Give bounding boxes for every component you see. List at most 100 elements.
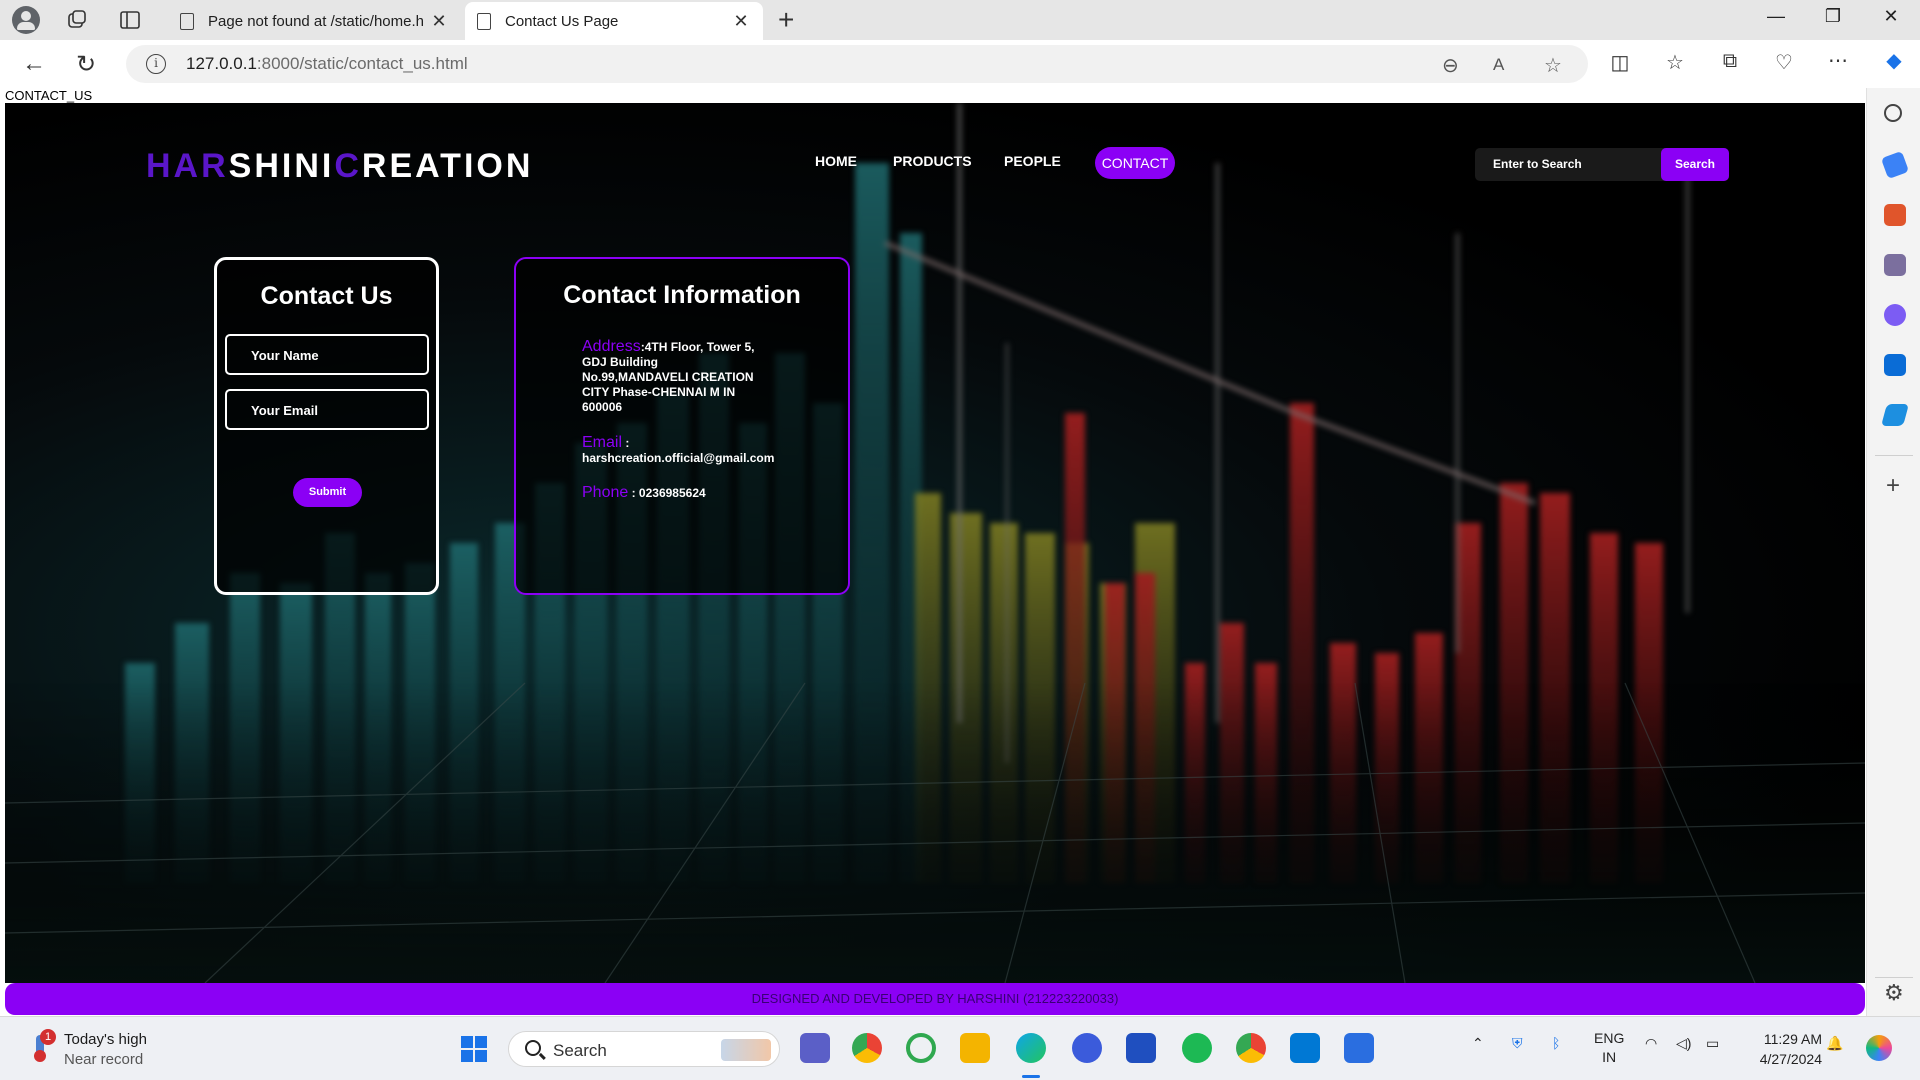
nav-people[interactable]: PEOPLE bbox=[1004, 153, 1061, 169]
address-line: GDJ Building bbox=[582, 355, 658, 369]
address-bar-row: ← ↻ i 127.0.0.1:8000/static/contact_us.h… bbox=[0, 40, 1920, 88]
weather-title: Today's high bbox=[64, 1031, 147, 1048]
page-footer: DESIGNED AND DEVELOPED BY HARSHINI (2122… bbox=[5, 983, 1865, 1015]
tab-page-not-found[interactable]: Page not found at /static/home.h ✕ bbox=[168, 2, 461, 40]
phone-label: Phone bbox=[582, 484, 629, 501]
chrome-profile-icon[interactable] bbox=[1236, 1033, 1266, 1063]
games-icon[interactable] bbox=[1884, 254, 1906, 276]
browser-essentials-icon[interactable]: ♡ bbox=[1770, 50, 1798, 75]
document-title-text: CONTACT_US bbox=[5, 88, 93, 103]
new-tab-button[interactable]: + bbox=[778, 4, 794, 36]
close-tab-icon[interactable]: ✕ bbox=[731, 11, 751, 32]
email-field[interactable]: Your Email bbox=[225, 389, 429, 430]
teams-icon[interactable] bbox=[800, 1033, 830, 1063]
vscode-icon[interactable] bbox=[1290, 1033, 1320, 1063]
sync-app-icon[interactable] bbox=[906, 1033, 936, 1063]
favorites-icon[interactable]: ☆ bbox=[1661, 50, 1689, 75]
more-options-icon[interactable]: ⋯ bbox=[1824, 48, 1852, 73]
notifications-bell-icon[interactable]: 🔔 bbox=[1826, 1035, 1843, 1052]
volume-icon[interactable]: ◁) bbox=[1676, 1035, 1691, 1052]
search-button[interactable]: Search bbox=[1661, 148, 1729, 181]
site-info-icon[interactable]: i bbox=[146, 54, 166, 74]
address-line: CITY Phase-CHENNAI M IN bbox=[582, 385, 736, 399]
contact-info-title: Contact Information bbox=[563, 281, 801, 309]
restore-button[interactable]: ❐ bbox=[1810, 6, 1856, 27]
weather-alert-badge: 1 bbox=[40, 1029, 56, 1045]
back-button[interactable]: ← bbox=[22, 50, 46, 78]
page-icon bbox=[477, 12, 491, 30]
search-icon bbox=[525, 1040, 541, 1056]
system-clock[interactable]: 11:29 AM 4/27/2024 bbox=[1740, 1029, 1822, 1069]
vertical-tabs-icon[interactable] bbox=[119, 9, 141, 31]
name-field[interactable]: Your Name bbox=[225, 334, 429, 375]
divider bbox=[1875, 455, 1913, 456]
tab-contact-us[interactable]: Contact Us Page ✕ bbox=[465, 2, 763, 40]
page-viewport: CONTACT_US HARSHINICREATION HOME PRODUCT… bbox=[0, 88, 1866, 1016]
outlook-icon[interactable] bbox=[1884, 354, 1906, 376]
page-icon bbox=[180, 12, 194, 30]
profile-icon[interactable] bbox=[12, 6, 40, 34]
minimize-button[interactable]: — bbox=[1753, 6, 1799, 27]
close-window-button[interactable]: ✕ bbox=[1868, 6, 1914, 27]
show-hidden-icons-chevron-icon[interactable]: ⌃ bbox=[1472, 1035, 1484, 1052]
search-icon[interactable] bbox=[1884, 104, 1902, 122]
favorite-star-icon[interactable]: ☆ bbox=[1544, 53, 1562, 78]
address-block: Address:4TH Floor, Tower 5, GDJ Building… bbox=[582, 339, 802, 415]
url-text[interactable]: 127.0.0.1:8000/static/contact_us.html bbox=[186, 54, 468, 74]
windows-start-icon[interactable] bbox=[460, 1035, 488, 1063]
address-line: No.99,MANDAVELI CREATION bbox=[582, 370, 754, 384]
collections-icon[interactable]: ⧉ bbox=[1716, 50, 1744, 73]
site-logo[interactable]: HARSHINICREATION bbox=[146, 147, 533, 186]
email-value[interactable]: harshcreation.official@gmail.com bbox=[582, 451, 774, 465]
app-icon[interactable] bbox=[1072, 1033, 1102, 1063]
microsoft-365-icon[interactable] bbox=[1884, 304, 1906, 326]
submit-button[interactable]: Submit bbox=[293, 478, 362, 507]
weather-subtitle: Near record bbox=[64, 1051, 144, 1068]
edge-sidebar: + ⚙ bbox=[1866, 88, 1920, 1016]
close-tab-icon[interactable]: ✕ bbox=[429, 11, 449, 32]
taskbar-search[interactable]: Search bbox=[508, 1031, 780, 1067]
send-icon[interactable] bbox=[1881, 404, 1909, 426]
tab-title: Page not found at /static/home.h bbox=[208, 12, 424, 30]
address-bar[interactable]: i 127.0.0.1:8000/static/contact_us.html … bbox=[126, 45, 1588, 83]
search-input[interactable]: Enter to Search bbox=[1493, 157, 1582, 171]
security-shield-icon[interactable]: ⛨ bbox=[1512, 1035, 1523, 1052]
search-highlight-icon bbox=[721, 1039, 771, 1061]
chrome-icon[interactable] bbox=[852, 1033, 882, 1063]
refresh-button[interactable]: ↻ bbox=[76, 50, 96, 79]
hero-section: HARSHINICREATION HOME PRODUCTS PEOPLE CO… bbox=[5, 103, 1865, 983]
active-app-indicator bbox=[1022, 1075, 1040, 1078]
copilot-taskbar-icon[interactable] bbox=[1866, 1035, 1892, 1061]
spotify-icon[interactable] bbox=[1182, 1033, 1212, 1063]
nav-contact[interactable]: CONTACT bbox=[1095, 147, 1175, 179]
split-screen-icon[interactable]: ◫ bbox=[1606, 50, 1634, 75]
phone-block: Phone : 0236985624 bbox=[582, 485, 802, 501]
email-block: Email : harshcreation.official@gmail.com bbox=[582, 434, 775, 466]
notepad-icon[interactable] bbox=[1344, 1033, 1374, 1063]
settings-gear-icon[interactable]: ⚙ bbox=[1884, 980, 1904, 1006]
taskbar-search-label: Search bbox=[553, 1041, 607, 1060]
wifi-icon[interactable]: ◠ bbox=[1645, 1035, 1657, 1052]
battery-icon[interactable]: ▭ bbox=[1706, 1035, 1719, 1052]
tab-title: Contact Us Page bbox=[505, 12, 619, 30]
shopping-tag-icon[interactable] bbox=[1880, 150, 1910, 180]
language-indicator[interactable]: ENG IN bbox=[1594, 1029, 1624, 1067]
add-icon[interactable]: + bbox=[1886, 472, 1900, 500]
bluetooth-icon[interactable]: ᛒ bbox=[1552, 1035, 1560, 1051]
edge-icon[interactable] bbox=[1016, 1033, 1046, 1063]
workspaces-icon[interactable] bbox=[66, 9, 88, 31]
zoom-icon[interactable]: ⊖ bbox=[1442, 53, 1459, 78]
tab-strip: Page not found at /static/home.h ✕ Conta… bbox=[0, 0, 1920, 40]
read-aloud-icon[interactable]: A bbox=[1493, 55, 1504, 75]
microsoft-store-icon[interactable] bbox=[1126, 1033, 1156, 1063]
nav-products[interactable]: PRODUCTS bbox=[893, 153, 972, 169]
tools-icon[interactable] bbox=[1884, 204, 1906, 226]
divider bbox=[1875, 977, 1913, 978]
file-explorer-icon[interactable] bbox=[960, 1033, 990, 1063]
copilot-icon[interactable]: ◆ bbox=[1880, 48, 1908, 73]
site-search: Enter to Search Search bbox=[1475, 148, 1729, 181]
contact-form-title: Contact Us bbox=[260, 282, 393, 310]
phone-value: : 0236985624 bbox=[628, 486, 706, 500]
nav-home[interactable]: HOME bbox=[815, 153, 857, 169]
address-line: 600006 bbox=[582, 400, 623, 414]
